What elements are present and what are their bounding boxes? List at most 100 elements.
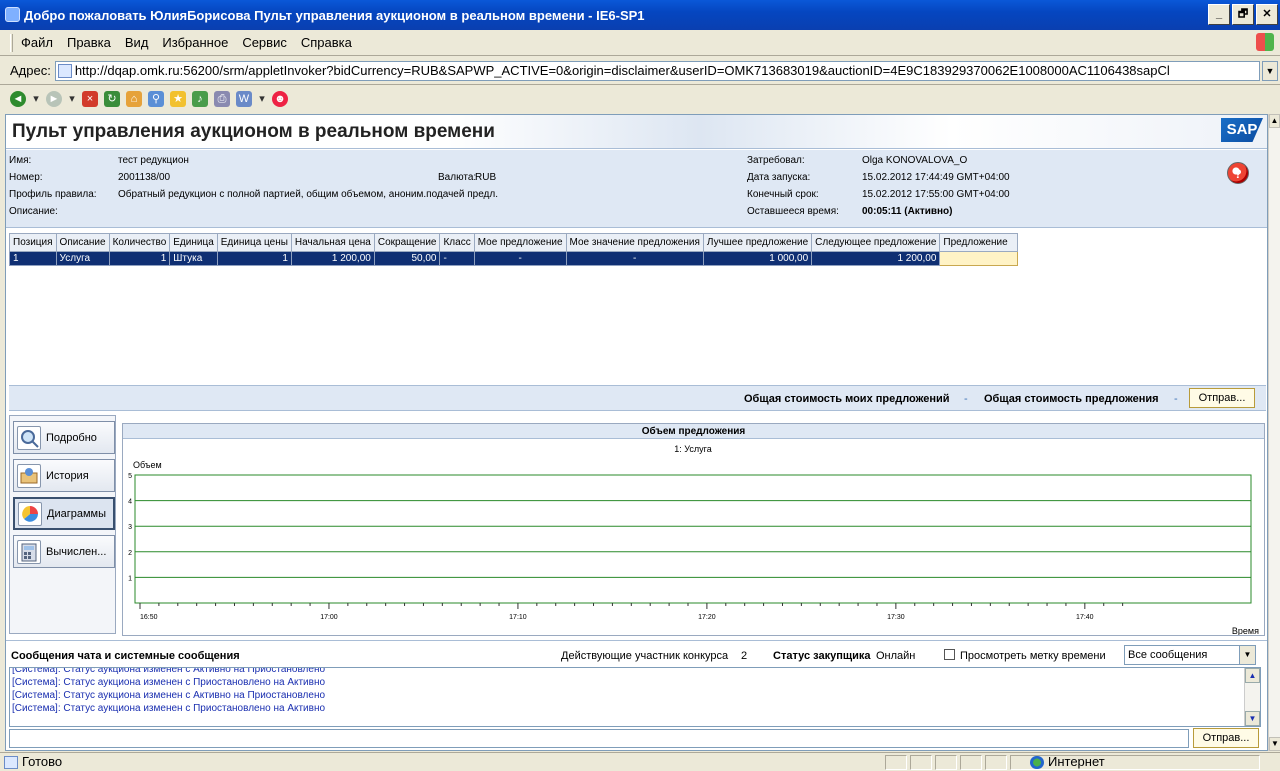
chat-message: [Система]: Статус аукциона изменен с Акт…: [12, 690, 326, 701]
col-start-price[interactable]: Начальная цена: [290, 233, 375, 252]
start-value: 15.02.2012 17:44:49 GMT+04:00: [862, 172, 1010, 183]
status-segment: [910, 755, 932, 770]
maximize-button[interactable]: 🗗: [1232, 4, 1254, 25]
help-icon[interactable]: ?: [1227, 162, 1249, 184]
status-text: Готово: [22, 754, 63, 769]
scroll-up-icon[interactable]: ▲: [1269, 114, 1280, 128]
cell-quantity: 1: [108, 251, 171, 266]
chart-y-tick-label: 2: [128, 550, 132, 557]
print-icon[interactable]: ⎙: [214, 91, 230, 107]
scroll-up-icon[interactable]: ▲: [1245, 668, 1260, 683]
buyer-status-label: Статус закупщика: [773, 650, 871, 662]
nav-history-label: История: [46, 469, 89, 482]
nav-calculator-label: Вычислен...: [46, 545, 107, 558]
chart-y-tick-label: 5: [128, 473, 132, 480]
chart-y-axis-label: Объем: [133, 460, 162, 470]
stop-icon[interactable]: ×: [82, 91, 98, 107]
items-table: Позиция Описание Количество Единица Един…: [9, 233, 1019, 266]
menu-view[interactable]: Вид: [125, 35, 149, 50]
search-icon[interactable]: ⚲: [148, 91, 164, 107]
page-scrollbar[interactable]: ▲ ▼: [1268, 114, 1280, 751]
chart-svg: 1: Услуга Объем Время 1 2 3 4 5 16:50 17:00 17…: [128, 444, 1259, 635]
page-icon: [57, 63, 72, 78]
chart-y-tick-label: 1: [128, 575, 132, 582]
chat-message: [Система]: Статус аукциона изменен с Акт…: [12, 667, 326, 675]
menu-tools[interactable]: Сервис: [242, 35, 287, 50]
nav-details[interactable]: Подробно: [13, 421, 115, 454]
back-icon[interactable]: ◄: [10, 91, 26, 107]
chart-y-ticks: 1 2 3 4 5: [128, 473, 132, 582]
windows-logo-icon: [1256, 33, 1274, 51]
address-label: Адрес:: [10, 63, 51, 78]
send-message-button[interactable]: Отправ...: [1193, 728, 1259, 748]
address-url: http://dqap.omk.ru:56200/srm/appletInvok…: [74, 63, 1170, 78]
ie-icon: [5, 7, 20, 22]
edit-dropdown-icon[interactable]: ▾: [258, 91, 266, 107]
col-my-bid-value[interactable]: Мое значение предложения: [565, 233, 704, 252]
home-icon[interactable]: ⌂: [126, 91, 142, 107]
number-value: 2001138/00: [118, 172, 171, 183]
profile-value: Обратный редукцион с полной партией, общ…: [118, 189, 498, 200]
chat-message: [Система]: Статус аукциона изменен с При…: [12, 703, 326, 714]
chart-x-ticks: 16:50 17:00 17:10 17:20 17:30 17:40: [139, 603, 1124, 621]
forward-icon[interactable]: ►: [46, 91, 62, 107]
edit-icon[interactable]: W: [236, 91, 252, 107]
address-input[interactable]: http://dqap.omk.ru:56200/srm/appletInvok…: [54, 60, 1260, 81]
col-quantity[interactable]: Количество: [108, 233, 171, 252]
messenger-icon[interactable]: ☻: [272, 91, 288, 107]
send-bid-button[interactable]: Отправ...: [1189, 388, 1255, 408]
back-dropdown-icon[interactable]: ▾: [32, 91, 40, 107]
scroll-down-icon[interactable]: ▼: [1245, 711, 1260, 726]
sap-logo: SAP: [1221, 118, 1263, 142]
chat-log[interactable]: [Система]: Статус аукциона изменен с Акт…: [9, 667, 1261, 727]
toolbar-grip: [10, 33, 13, 52]
nav-calculator[interactable]: Вычислен...: [13, 535, 115, 568]
address-dropdown-button[interactable]: ▼: [1262, 60, 1278, 81]
message-filter-select[interactable]: Все сообщения ▼: [1124, 645, 1256, 665]
name-label: Имя:: [9, 155, 32, 166]
chat-message-input[interactable]: [9, 729, 1189, 748]
scroll-down-icon[interactable]: ▼: [1269, 737, 1280, 751]
col-price-unit[interactable]: Единица цены: [216, 233, 292, 252]
cell-my-bid: -: [473, 251, 567, 266]
refresh-icon[interactable]: ↻: [104, 91, 120, 107]
app-header: Пульт управления аукционом в реальном вр…: [6, 115, 1267, 149]
auction-info-panel: Имя: тест редукцион Номер: 2001138/00 Ва…: [6, 150, 1267, 228]
col-my-bid[interactable]: Мое предложение: [473, 233, 567, 252]
media-icon[interactable]: ♪: [192, 91, 208, 107]
chat-scrollbar[interactable]: ▲ ▼: [1244, 668, 1260, 726]
col-best-bid[interactable]: Лучшее предложение: [702, 233, 813, 252]
chevron-down-icon: ▼: [1239, 646, 1255, 664]
cell-price-unit: 1: [216, 251, 292, 266]
nav-charts[interactable]: Диаграммы: [13, 497, 115, 530]
col-description[interactable]: Описание: [55, 233, 110, 252]
description-label: Описание:: [9, 206, 58, 217]
close-button[interactable]: ✕: [1256, 4, 1278, 25]
timestamp-label: Просмотреть метку времени: [960, 650, 1106, 662]
bid-input-cell[interactable]: [939, 251, 1019, 266]
calculator-icon: [17, 539, 41, 564]
total-label: Общая стоимость предложения: [984, 393, 1159, 405]
col-decrement[interactable]: Сокращение: [373, 233, 441, 252]
profile-label: Профиль правила:: [9, 189, 97, 200]
minimize-button[interactable]: _: [1208, 4, 1230, 25]
forward-dropdown-icon[interactable]: ▾: [68, 91, 76, 107]
menu-file[interactable]: Файл: [21, 35, 53, 50]
start-label: Дата запуска:: [747, 172, 811, 183]
table-row[interactable]: 1 Услуга 1 Штука 1 1 200,00 50,00 - - - …: [9, 251, 1019, 266]
col-unit[interactable]: Единица: [169, 233, 218, 252]
col-class[interactable]: Класс: [439, 233, 475, 252]
timestamp-checkbox[interactable]: [944, 649, 955, 660]
col-bid[interactable]: Предложение: [939, 233, 1019, 252]
nav-history[interactable]: История: [13, 459, 115, 492]
col-position[interactable]: Позиция: [9, 233, 57, 252]
chart-x-tick-label: 16:50: [140, 614, 158, 621]
menu-help[interactable]: Справка: [301, 35, 352, 50]
details-icon: [17, 425, 41, 450]
favorites-icon[interactable]: ★: [170, 91, 186, 107]
menu-edit[interactable]: Правка: [67, 35, 111, 50]
menu-favorites[interactable]: Избранное: [162, 35, 228, 50]
participants-value: 2: [741, 650, 748, 662]
col-next-bid[interactable]: Следующее предложение: [811, 233, 941, 252]
chart-grid: [134, 474, 1252, 604]
